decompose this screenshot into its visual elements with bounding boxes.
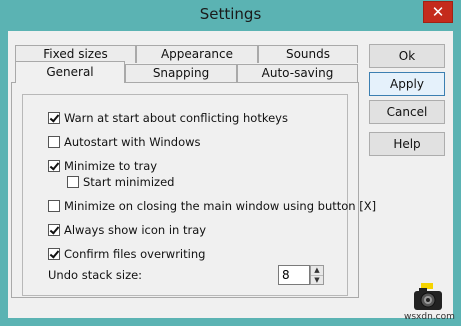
settings-window: Settings ✕ Fixed sizes Appearance Sounds… [0,0,461,326]
option-label: Always show icon in tray [64,223,207,237]
checkbox[interactable] [48,136,60,148]
title-bar[interactable]: Settings ✕ [0,0,461,32]
option-label: Start minimized [83,175,175,189]
undo-stack-input[interactable]: 8 [278,265,310,285]
checkbox[interactable] [48,200,60,212]
undo-stack-spinner[interactable]: ▲ ▼ [310,265,324,285]
option-label: Autostart with Windows [64,135,201,149]
option-always-show-tray-icon[interactable]: Always show icon in tray [48,222,206,238]
option-warn-conflicting-hotkeys[interactable]: Warn at start about conflicting hotkeys [48,110,288,126]
tab-auto-saving[interactable]: Auto-saving [237,64,358,82]
option-confirm-overwriting[interactable]: Confirm files overwriting [48,246,205,262]
checkbox[interactable] [48,160,60,172]
close-icon: ✕ [431,3,445,21]
option-label: Minimize to tray [64,159,158,173]
undo-stack-label: Undo stack size: [48,268,143,282]
ok-button[interactable]: Ok [369,44,445,68]
help-button[interactable]: Help [369,132,445,156]
option-minimize-to-tray[interactable]: Minimize to tray [48,158,157,174]
tab-snapping[interactable]: Snapping [125,64,237,82]
option-label: Minimize on closing the main window usin… [64,199,377,213]
option-label: Confirm files overwriting [64,247,206,261]
checkbox[interactable] [48,224,60,236]
option-autostart-windows[interactable]: Autostart with Windows [48,134,201,150]
close-button[interactable]: ✕ [423,1,453,23]
tab-appearance[interactable]: Appearance [136,45,258,63]
tab-sounds[interactable]: Sounds [258,45,358,63]
watermark-text: wsxdn.com [404,312,455,322]
cancel-button[interactable]: Cancel [369,100,445,124]
tab-general[interactable]: General [15,61,125,83]
chevron-down-icon[interactable]: ▼ [311,275,323,285]
chevron-up-icon[interactable]: ▲ [311,266,323,275]
checkbox[interactable] [67,176,79,188]
option-start-minimized[interactable]: Start minimized [67,174,174,190]
checkbox[interactable] [48,248,60,260]
camera-icon [414,283,442,310]
checkbox[interactable] [48,112,60,124]
option-minimize-on-close[interactable]: Minimize on closing the main window usin… [48,198,376,214]
window-title: Settings [199,5,262,23]
option-label: Warn at start about conflicting hotkeys [64,111,288,125]
apply-button[interactable]: Apply [369,72,445,96]
